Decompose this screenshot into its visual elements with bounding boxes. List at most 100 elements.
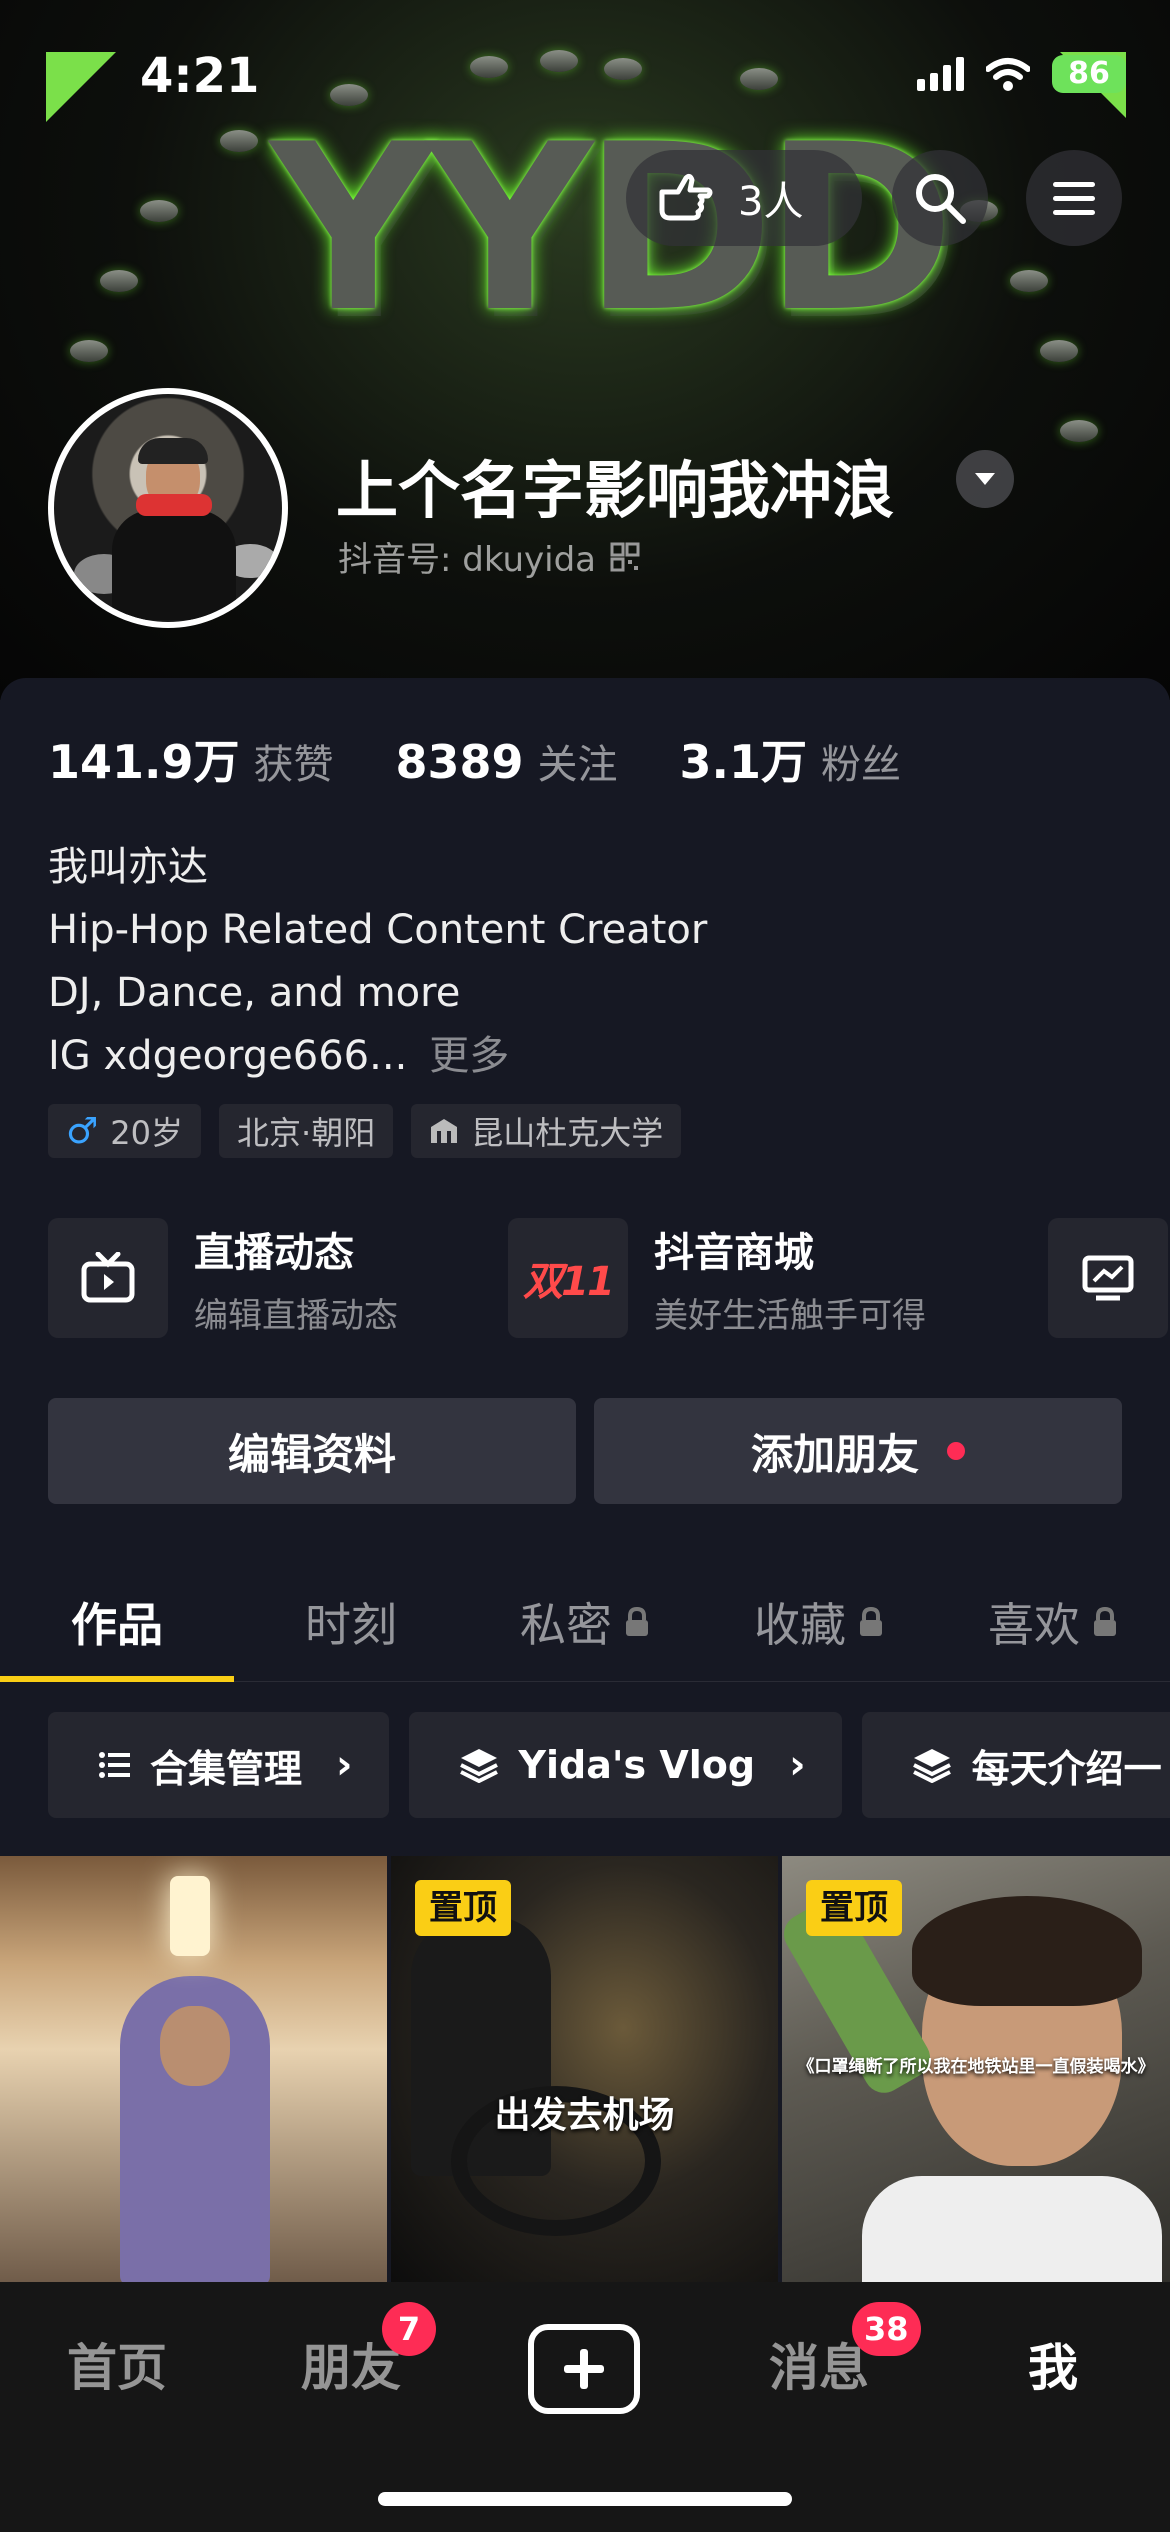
stat-label: 关注 — [537, 742, 618, 788]
live-updates-title: 直播动态 — [194, 1229, 354, 1276]
tab-private[interactable]: 私密 — [468, 1562, 702, 1682]
status-icons: 86 — [917, 54, 1126, 94]
edit-profile-label: 编辑资料 — [227, 1429, 396, 1479]
edit-profile-button[interactable]: 编辑资料 — [48, 1398, 576, 1504]
collections-row: 合集管理 › Yida's Vlog › 每天介绍一 — [48, 1712, 1170, 1818]
tab-likes[interactable]: 喜欢 — [936, 1562, 1170, 1682]
plus-icon — [564, 2349, 604, 2389]
wifi-icon — [986, 58, 1030, 91]
svc-icon-box — [1048, 1218, 1168, 1338]
video-thumbnail[interactable]: 置顶 出发去机场 — [391, 1856, 778, 2286]
stat-value: 8389 — [395, 735, 524, 789]
school-building-icon — [431, 1119, 458, 1143]
age-tag: ♂ 20岁 — [48, 1104, 202, 1158]
douyin-mall-subtitle: 美好生活触手可得 — [654, 1295, 926, 1336]
pinned-badge: 置顶 — [806, 1880, 902, 1936]
thumbnail-face — [160, 2006, 230, 2086]
search-button[interactable] — [892, 150, 988, 246]
banner-decoration — [70, 340, 108, 362]
chevron-right-icon: › — [336, 1742, 353, 1788]
banner-decoration — [1060, 420, 1098, 442]
stat-followers[interactable]: 3.1万 粉丝 — [680, 726, 902, 792]
profile-bio[interactable]: 我叫亦达 Hip-Hop Related Content Creator DJ,… — [48, 836, 707, 1088]
add-friend-button[interactable]: 添加朋友 — [594, 1398, 1122, 1504]
qr-code-icon — [610, 542, 640, 571]
layers-icon — [912, 1749, 951, 1783]
profile-stats: 141.9万 获赞 8389 关注 3.1万 粉丝 — [48, 726, 901, 792]
chart-icon — [1082, 1255, 1134, 1301]
collection-daily-intro[interactable]: 每天介绍一 — [861, 1712, 1170, 1818]
avatar-detail — [136, 494, 212, 516]
bio-line: DJ, Dance, and more — [48, 970, 461, 1016]
banner-decoration — [1040, 340, 1078, 362]
video-thumbnail[interactable]: 置顶 《口罩绳断了所以我在地铁站里一直假装喝水》 — [782, 1856, 1170, 2286]
stat-following[interactable]: 8389 关注 — [396, 732, 618, 790]
bio-line: Hip-Hop Related Content Creator — [48, 907, 708, 953]
location-text: 北京·朝阳 — [237, 1114, 376, 1152]
services-row: 直播动态 编辑直播动态 双11 抖音商城 美好生活触手可得 — [48, 1218, 1170, 1348]
school-tag[interactable]: 昆山杜克大学 — [411, 1104, 682, 1158]
video-thumbnail[interactable] — [0, 1856, 387, 2286]
collection-yida-vlog[interactable]: Yida's Vlog › — [408, 1712, 842, 1818]
tab-label: 私密 — [520, 1598, 612, 1652]
douyin-mall-title: 抖音商城 — [654, 1229, 814, 1276]
thumbnail-shirt — [862, 2176, 1162, 2286]
age-text: 20岁 — [110, 1114, 184, 1152]
data-center-entry[interactable] — [1048, 1218, 1168, 1338]
nav-home[interactable]: 首页 — [0, 2328, 234, 2408]
svc-icon-box — [48, 1218, 168, 1338]
search-icon — [916, 174, 966, 224]
video-caption: 出发去机场 — [494, 2095, 675, 2136]
status-time: 4:21 — [140, 48, 260, 104]
tab-label: 作品 — [71, 1598, 163, 1652]
tab-moments[interactable]: 时刻 — [234, 1562, 468, 1682]
nav-me[interactable]: 我 — [936, 2328, 1170, 2408]
collection-manage-button[interactable]: 合集管理 › — [48, 1712, 389, 1818]
profile-avatar[interactable] — [48, 388, 288, 628]
visitor-count: 3人 — [738, 179, 804, 225]
chevron-right-icon: › — [789, 1742, 806, 1788]
douyin-mall-entry[interactable]: 双11 抖音商城 美好生活触手可得 — [508, 1218, 926, 1338]
tab-works[interactable]: 作品 — [0, 1562, 234, 1682]
banner-decoration — [100, 270, 138, 292]
avatar-detail — [138, 438, 208, 464]
visitors-button[interactable]: 3人 — [626, 150, 862, 246]
collection-label: Yida's Vlog — [518, 1743, 756, 1787]
tab-favorites[interactable]: 收藏 — [702, 1562, 936, 1682]
account-switch-dropdown[interactable] — [956, 450, 1014, 508]
double-eleven-icon: 双11 — [523, 1259, 615, 1305]
list-icon — [99, 1752, 130, 1778]
banner-decoration — [540, 50, 578, 72]
banner-decoration — [740, 68, 778, 90]
thumbnail-hair — [912, 1896, 1142, 2006]
live-updates-entry[interactable]: 直播动态 编辑直播动态 — [48, 1218, 398, 1338]
douyin-id[interactable]: 抖音号: dkuyida — [338, 532, 640, 581]
bottom-navigation: 首页 朋友 7 消息 38 我 — [0, 2282, 1170, 2532]
create-post-button[interactable] — [528, 2324, 640, 2414]
friends-badge: 7 — [382, 2302, 436, 2356]
banner-decoration — [1010, 270, 1048, 292]
profile-nickname[interactable]: 上个名字影响我冲浪 — [336, 440, 894, 530]
svc-icon-box: 双11 — [508, 1218, 628, 1338]
profile-tags: ♂ 20岁 北京·朝阳 昆山杜克大学 — [48, 1104, 682, 1158]
pinned-badge: 置顶 — [415, 1880, 511, 1936]
home-indicator — [378, 2492, 792, 2506]
lock-icon — [626, 1607, 648, 1636]
stat-likes[interactable]: 141.9万 获赞 — [48, 726, 334, 792]
avatar-detail — [112, 510, 236, 620]
pointing-hand-icon — [659, 173, 713, 221]
stat-value: 141.9万 — [48, 735, 240, 789]
male-gender-icon: ♂ — [66, 1110, 99, 1152]
tab-label: 时刻 — [305, 1598, 397, 1652]
banner-decoration — [220, 130, 258, 152]
banner-decoration — [140, 200, 178, 222]
notification-dot — [947, 1442, 965, 1460]
school-text: 昆山杜克大学 — [471, 1114, 664, 1152]
bio-line: IG xdgeorge666... — [48, 1033, 408, 1079]
live-updates-subtitle: 编辑直播动态 — [194, 1295, 398, 1336]
menu-button[interactable] — [1026, 150, 1122, 246]
bio-more-link[interactable]: 更多 — [429, 1033, 509, 1079]
location-tag: 北京·朝阳 — [219, 1104, 394, 1158]
banner-decoration — [470, 56, 508, 78]
content-tabs: 作品 时刻 私密 收藏 喜欢 — [0, 1562, 1170, 1682]
